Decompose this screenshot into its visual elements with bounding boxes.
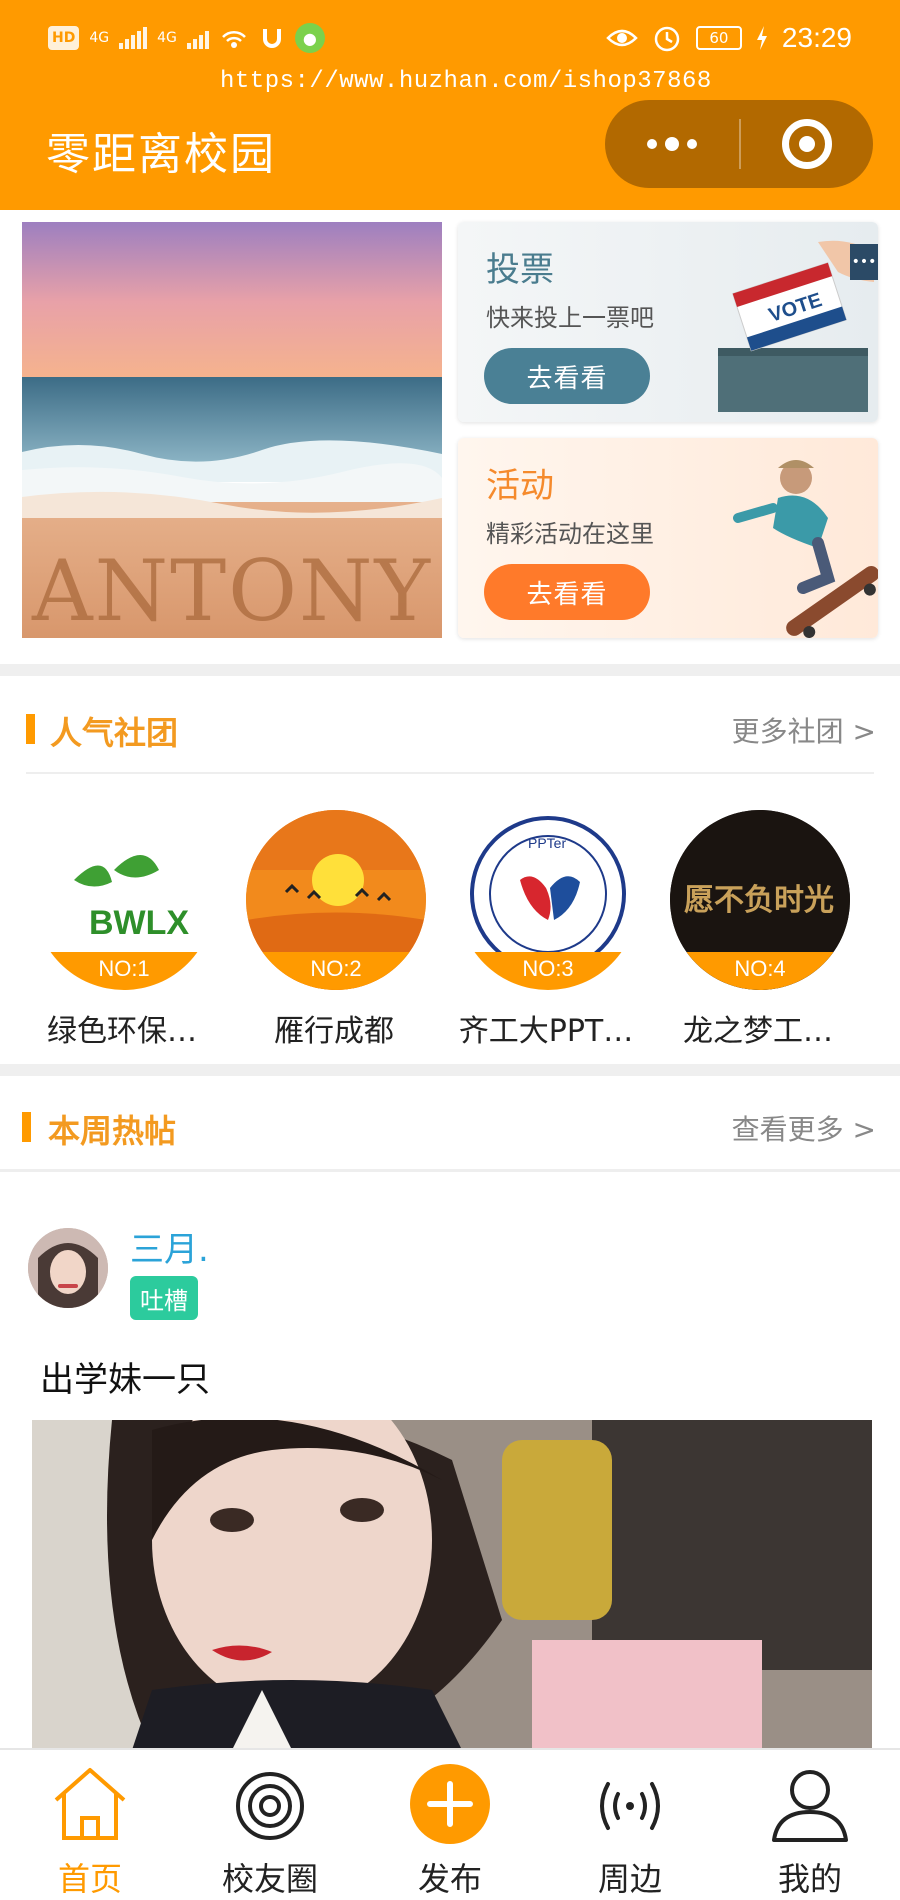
tab-publish[interactable]: 发布 <box>360 1750 540 1900</box>
vote-go-button[interactable]: 去看看 <box>484 348 650 404</box>
signal-icon <box>119 27 148 49</box>
dot-icon <box>687 139 697 149</box>
club-name: 龙之梦工… <box>683 1014 833 1049</box>
wechat-icon: ● <box>294 23 325 53</box>
page-title: 零距离校园 <box>46 129 276 180</box>
section-underline <box>26 772 874 774</box>
network-4g-label-2: 4G <box>157 30 177 46</box>
event-card-title: 活动 <box>486 466 554 506</box>
section-underline <box>0 1169 900 1172</box>
tab-alumni-circle-label: 校友圈 <box>221 1860 318 1898</box>
club-avatar: PPTer NO:3 <box>458 810 638 990</box>
club-avatar: BWLX NO:1 <box>34 810 214 990</box>
status-time: 23:29 <box>781 22 852 53</box>
section-divider <box>0 1064 900 1076</box>
club-avatar: NO:2 <box>246 810 426 990</box>
popular-clubs-list: BWLX NO:1 绿色环保… NO:2 雁行成都 PPTer NO:3 齐工大… <box>0 810 900 1060</box>
tab-nearby-label: 周边 <box>597 1860 662 1898</box>
club-logo-text: BWLX <box>89 904 189 942</box>
status-right: 60 23:29 <box>606 18 852 58</box>
avatar[interactable] <box>28 1228 108 1308</box>
radar-icon <box>600 1782 660 1830</box>
clubs-section-header: 人气社团 更多社团 > <box>0 684 900 774</box>
section-divider <box>0 664 900 676</box>
club-logo-text: PPTer <box>528 835 566 851</box>
club-name: 绿色环保… <box>47 1014 197 1049</box>
post-category-badge[interactable]: 吐槽 <box>130 1276 198 1320</box>
banner-carousel[interactable]: ANTONY <box>22 222 442 638</box>
club-avatar: 愿不负时光 NO:4 <box>670 810 850 990</box>
club-rank-badge: NO:3 <box>458 952 638 990</box>
hd-indicator: HD <box>48 26 80 50</box>
club-rank-badge: NO:2 <box>246 952 426 990</box>
tab-nearby[interactable]: 周边 <box>540 1750 720 1900</box>
status-left: HD 4G 4G ● <box>48 20 325 56</box>
club-item[interactable]: BWLX NO:1 绿色环保… <box>12 810 232 1060</box>
club-item[interactable]: 愿不负时光 NO:4 龙之梦工… <box>648 810 868 1060</box>
club-item[interactable]: NO:2 雁行成都 <box>224 810 444 1060</box>
more-menu-button[interactable] <box>605 100 739 188</box>
circle-icon <box>236 1772 304 1840</box>
skateboarder-icon <box>733 460 878 638</box>
event-card[interactable]: 活动 精彩活动在这里 去看看 <box>458 438 878 638</box>
alarm-u-icon <box>262 29 281 48</box>
club-rank-badge: NO:4 <box>670 952 850 990</box>
status-bar: HD 4G 4G ● 60 23:29 <box>0 0 900 78</box>
home-icon <box>54 1768 126 1840</box>
clubs-section-title: 人气社团 <box>50 714 179 752</box>
miniprogram-capsule <box>605 100 873 188</box>
view-more-link[interactable]: 查看更多 > <box>732 1108 876 1148</box>
post-image[interactable] <box>32 1420 872 1750</box>
club-name: 雁行成都 <box>274 1014 394 1049</box>
tab-mine-label: 我的 <box>777 1860 842 1898</box>
target-icon <box>782 119 832 169</box>
tab-mine[interactable]: 我的 <box>720 1750 900 1900</box>
battery-indicator: 60 <box>695 26 742 50</box>
post-content[interactable]: 出学妹一只 <box>40 1352 210 1401</box>
club-item[interactable]: PPTer NO:3 齐工大PPT… <box>436 810 656 1060</box>
close-miniprogram-button[interactable] <box>741 100 873 188</box>
tab-home[interactable]: 首页 <box>0 1750 180 1900</box>
more-ellipsis-button[interactable]: ••• <box>850 244 878 280</box>
bottom-tab-bar: 首页 校友圈 发布 周边 我的 <box>0 1748 900 1900</box>
dot-icon <box>647 139 657 149</box>
tab-publish-label: 发布 <box>417 1860 482 1898</box>
event-card-subtitle: 精彩活动在这里 <box>486 520 654 548</box>
club-rank-badge: NO:1 <box>34 952 214 990</box>
vote-card[interactable]: 投票 快来投上一票吧 去看看 VOTE ••• <box>458 222 878 422</box>
network-4g-label: 4G <box>89 30 110 46</box>
event-go-button[interactable]: 去看看 <box>484 564 650 620</box>
user-icon <box>772 1770 848 1842</box>
more-clubs-link[interactable]: 更多社团 > <box>732 710 876 750</box>
dot-icon <box>665 137 679 151</box>
charging-icon <box>756 26 767 50</box>
app-header: HD 4G 4G ● 60 23:29 https://www.huzhan.c… <box>0 0 900 210</box>
section-accent-bar <box>22 1112 31 1142</box>
signal-icon-2 <box>186 27 209 49</box>
watermark-url: https://www.huzhan.com/ishop37868 <box>220 68 712 95</box>
hot-posts-section-title: 本周热帖 <box>48 1112 177 1150</box>
wifi-hotspot-icon <box>221 30 246 48</box>
post-username[interactable]: 三月. <box>130 1222 209 1271</box>
section-accent-bar <box>26 714 35 744</box>
plus-icon <box>410 1764 490 1844</box>
tab-alumni-circle[interactable]: 校友圈 <box>180 1750 360 1900</box>
club-logo-text: 愿不负时光 <box>684 883 834 918</box>
tab-home-label: 首页 <box>57 1860 122 1898</box>
vote-card-title: 投票 <box>486 250 554 290</box>
alarm-clock-icon <box>654 26 680 52</box>
ballot-box-icon: VOTE <box>718 240 874 412</box>
vote-card-subtitle: 快来投上一票吧 <box>486 304 654 332</box>
eye-icon <box>606 29 638 47</box>
hot-posts-section-header: 本周热帖 查看更多 > <box>0 1082 900 1172</box>
banner-sand-text: ANTONY <box>31 542 432 638</box>
club-name: 齐工大PPT… <box>458 1014 634 1049</box>
